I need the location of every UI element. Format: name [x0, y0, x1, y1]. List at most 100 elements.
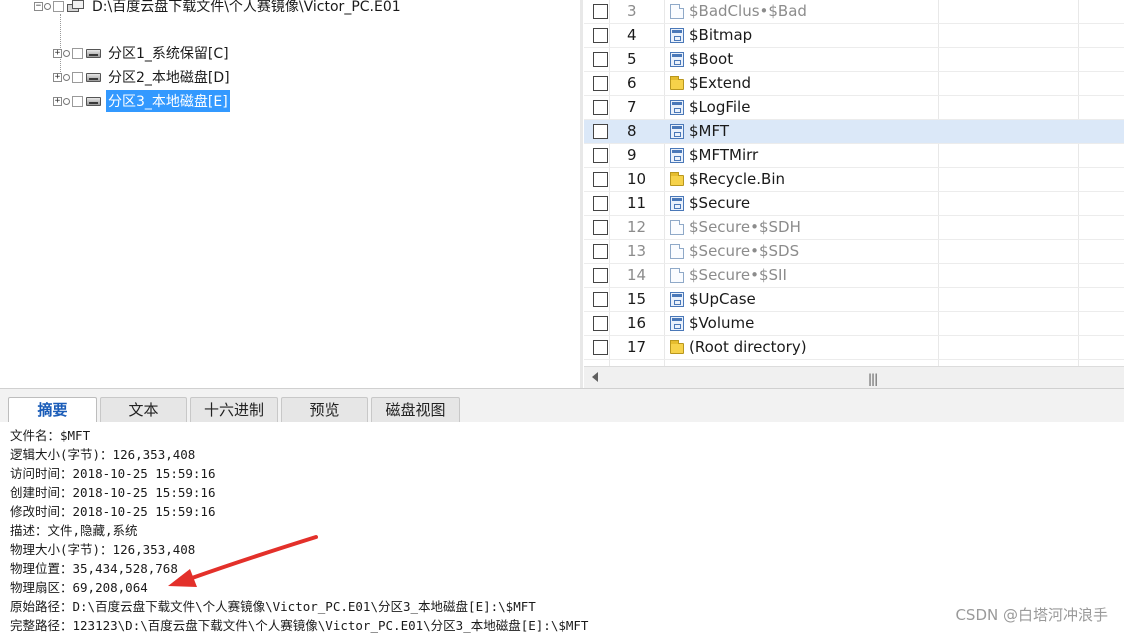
expand-icon[interactable]: + [53, 72, 62, 82]
file-icon [670, 268, 684, 283]
summary-file-name: 文件名：$MFT [10, 428, 91, 443]
file-row[interactable]: 11 $Secure [584, 192, 1124, 216]
row-index: 12 [627, 218, 647, 236]
row-file-name: $Volume [689, 314, 755, 332]
system-file-icon [670, 52, 684, 67]
row-checkbox[interactable] [593, 196, 608, 211]
evidence-image-icon [67, 0, 84, 13]
row-file-name: $Extend [689, 74, 752, 92]
row-index: 14 [627, 266, 647, 284]
row-checkbox[interactable] [593, 124, 608, 139]
evidence-tree-pane: − D:\百度云盘下载文件\个人赛镜像\Victor_PC.E01 + 分区1_… [0, 0, 580, 388]
partition-label[interactable]: 分区2_本地磁盘[D] [106, 66, 232, 88]
summary-modified-time: 修改时间：2018-10-25 15:59:16 [10, 504, 216, 519]
row-checkbox[interactable] [593, 268, 608, 283]
tree-root-row[interactable]: − D:\百度云盘下载文件\个人赛镜像\Victor_PC.E01 [34, 0, 403, 17]
tree-partition-row-2[interactable]: + 分区2_本地磁盘[D] [53, 66, 232, 88]
system-file-icon [670, 316, 684, 331]
row-checkbox[interactable] [593, 76, 608, 91]
row-checkbox[interactable] [593, 244, 608, 259]
horizontal-scrollbar[interactable]: ||| [584, 366, 1124, 388]
tab-text[interactable]: 文本 [100, 397, 187, 423]
file-row[interactable]: 14 $Secure•$SII [584, 264, 1124, 288]
tab-hex[interactable]: 十六进制 [190, 397, 278, 423]
folder-icon [670, 76, 684, 90]
expand-icon[interactable]: + [53, 48, 62, 58]
row-checkbox[interactable] [593, 148, 608, 163]
row-file-name: $MFTMirr [689, 146, 759, 164]
row-checkbox[interactable] [593, 172, 608, 187]
scrollbar-grip-icon[interactable]: ||| [868, 372, 878, 386]
row-checkbox[interactable] [593, 4, 608, 19]
file-row[interactable]: 7 $LogFile [584, 96, 1124, 120]
scroll-left-icon[interactable] [592, 372, 598, 382]
tree-partition-row-1[interactable]: + 分区1_系统保留[C] [53, 42, 231, 64]
row-file-name: $Secure•$SDS [689, 242, 800, 260]
row-file-name: $UpCase [689, 290, 756, 308]
file-row[interactable]: 15 $UpCase [584, 288, 1124, 312]
row-checkbox[interactable] [593, 28, 608, 43]
system-file-icon [670, 196, 684, 211]
file-row[interactable]: 4 $Bitmap [584, 24, 1124, 48]
summary-physical-sector: 物理扇区：69,208,064 [10, 580, 148, 595]
file-icon [670, 220, 684, 235]
tab-preview[interactable]: 预览 [281, 397, 368, 423]
row-index: 4 [627, 26, 637, 44]
file-icon [670, 244, 684, 259]
tree-root-checkbox[interactable] [53, 0, 64, 12]
tab-disk-view[interactable]: 磁盘视图 [371, 397, 460, 423]
summary-created-time: 创建时间：2018-10-25 15:59:16 [10, 485, 216, 500]
tree-node-icon [63, 97, 70, 105]
row-index: 3 [627, 2, 637, 20]
row-file-name: $LogFile [689, 98, 751, 116]
partition-label[interactable]: 分区1_系统保留[C] [106, 42, 231, 64]
tree-node-icon [63, 49, 70, 57]
drive-icon [86, 72, 101, 82]
file-row[interactable]: 9 $MFTMirr [584, 144, 1124, 168]
row-checkbox[interactable] [593, 292, 608, 307]
file-row[interactable]: 6 $Extend [584, 72, 1124, 96]
file-row[interactable]: 10 $Recycle.Bin [584, 168, 1124, 192]
summary-access-time: 访问时间：2018-10-25 15:59:16 [10, 466, 216, 481]
file-row[interactable]: 3 $BadClus•$Bad [584, 0, 1124, 24]
summary-physical-size: 物理大小(字节)：126,353,408 [10, 542, 196, 557]
row-checkbox[interactable] [593, 340, 608, 355]
row-checkbox[interactable] [593, 100, 608, 115]
folder-icon [670, 340, 684, 354]
partition-checkbox[interactable] [72, 71, 83, 83]
row-index: 9 [627, 146, 637, 164]
file-row[interactable]: 12 $Secure•$SDH [584, 216, 1124, 240]
row-index: 7 [627, 98, 637, 116]
summary-physical-location: 物理位置：35,434,528,768 [10, 561, 178, 576]
tree-node-icon [63, 73, 70, 81]
file-list-pane: 3 $BadClus•$Bad 4 $Bitmap 5 $Boot 6 $Extend 7 $Lo… [584, 0, 1124, 388]
file-row[interactable]: 16 $Volume [584, 312, 1124, 336]
row-file-name: $Bitmap [689, 26, 753, 44]
drive-icon [86, 96, 101, 106]
partition-checkbox[interactable] [72, 47, 83, 59]
system-file-icon [670, 292, 684, 307]
summary-logical-size: 逻辑大小(字节)：126,353,408 [10, 447, 196, 462]
tree-partition-row-3[interactable]: + 分区3_本地磁盘[E] [53, 90, 230, 112]
partition-label-selected[interactable]: 分区3_本地磁盘[E] [106, 90, 230, 112]
row-file-name: $MFT [689, 122, 730, 140]
summary-description: 描述：文件,隐藏,系统 [10, 523, 138, 538]
file-row[interactable]: 17 (Root directory) [584, 336, 1124, 360]
file-row[interactable]: 13 $Secure•$SDS [584, 240, 1124, 264]
system-file-icon [670, 28, 684, 43]
file-row[interactable]: 5 $Boot [584, 48, 1124, 72]
expand-icon[interactable]: + [53, 96, 62, 106]
partition-checkbox[interactable] [72, 95, 83, 107]
row-checkbox[interactable] [593, 52, 608, 67]
row-checkbox[interactable] [593, 220, 608, 235]
row-index: 8 [627, 122, 637, 140]
row-checkbox[interactable] [593, 316, 608, 331]
collapse-icon[interactable]: − [34, 1, 43, 11]
system-file-icon [670, 100, 684, 115]
row-file-name: $Secure•$SII [689, 266, 787, 284]
tab-summary[interactable]: 摘要 [8, 397, 97, 424]
file-row[interactable]: 8 $MFT [584, 120, 1124, 144]
tree-node-icon [44, 2, 51, 10]
tree-root-label[interactable]: D:\百度云盘下载文件\个人赛镜像\Victor_PC.E01 [90, 0, 403, 17]
pane-splitter[interactable] [580, 0, 583, 388]
